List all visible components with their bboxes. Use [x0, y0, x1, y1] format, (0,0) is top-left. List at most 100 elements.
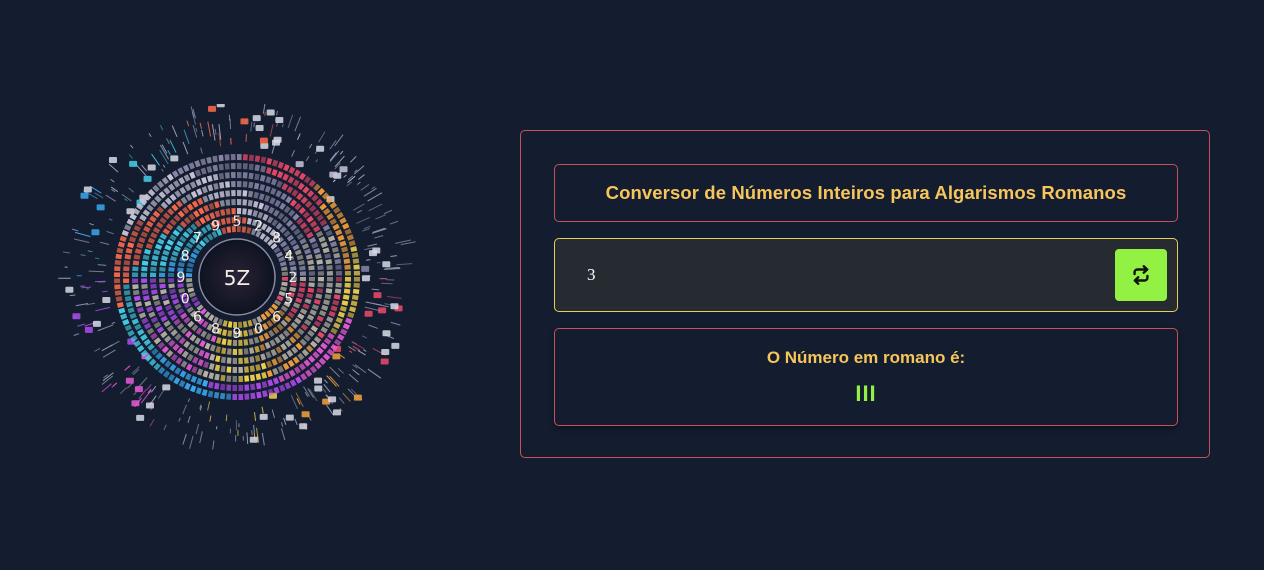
ring-segment	[286, 349, 294, 358]
ring-segment	[227, 321, 233, 328]
ring-segment	[295, 342, 303, 350]
ring-segment	[151, 289, 158, 295]
ring-segment	[164, 197, 173, 205]
ring-segment	[156, 326, 165, 334]
digit-tile	[255, 124, 264, 131]
ring-segment	[136, 242, 144, 249]
ring-segment	[220, 356, 226, 364]
tick-mark	[162, 164, 166, 168]
tick-mark	[62, 251, 70, 254]
tick-mark	[348, 373, 359, 383]
ring-segment	[303, 319, 312, 326]
ring-segment	[177, 210, 185, 218]
ring-segment	[140, 333, 148, 341]
ring-segment	[284, 382, 292, 390]
ring-segment	[271, 303, 279, 311]
ring-segment	[315, 230, 324, 238]
integer-input[interactable]	[571, 253, 1111, 297]
ring-segment	[335, 316, 343, 324]
ring-segment	[133, 254, 141, 260]
ring-segment	[293, 302, 301, 309]
tick-mark	[187, 416, 191, 423]
ring-segment	[266, 320, 274, 328]
tick-mark	[296, 133, 301, 141]
ring-segment	[258, 193, 265, 201]
ring-segment	[271, 168, 278, 177]
ring-segment	[351, 252, 359, 258]
digit-tile	[364, 310, 373, 317]
ring-segment	[269, 197, 276, 205]
ring-segment	[258, 202, 265, 210]
ring-segment	[132, 260, 140, 266]
ring-segment	[214, 373, 220, 381]
ring-segment	[298, 207, 306, 215]
ring-segment	[248, 163, 254, 171]
ring-segment	[333, 252, 341, 259]
digit-tile	[361, 275, 370, 282]
tick-mark	[187, 398, 191, 403]
ring-segment	[219, 181, 225, 189]
digit-tile	[381, 349, 390, 356]
ring-segment	[293, 366, 301, 374]
ring-segment	[115, 253, 123, 260]
ring-segment	[280, 305, 289, 313]
ring-segment	[312, 225, 321, 233]
ring-segment	[139, 214, 147, 222]
convert-button[interactable]	[1115, 249, 1167, 301]
ring-segment	[197, 359, 204, 367]
ring-segment	[267, 379, 274, 387]
ring-segment	[141, 289, 149, 295]
ring-segment	[299, 265, 306, 271]
ring-segment	[265, 351, 272, 359]
ring-segment	[347, 312, 355, 319]
digit-tile	[259, 137, 268, 144]
tick-mark	[337, 368, 344, 374]
ring-segment	[176, 240, 184, 248]
ring-segment	[136, 306, 144, 313]
ring-segment	[143, 193, 152, 201]
ring-segment	[264, 185, 271, 193]
ring-segment	[157, 341, 165, 350]
tick-mark	[73, 333, 80, 336]
ring-segment	[160, 315, 168, 323]
ring-segment	[300, 323, 309, 331]
tick-mark	[368, 203, 383, 212]
tick-mark	[283, 417, 287, 425]
ring-segment	[212, 164, 219, 172]
ring-segment	[153, 362, 161, 371]
ring-segment	[167, 208, 175, 216]
numbers-spiral-illustration: 5284256098609879 5Z	[48, 104, 426, 476]
ring-digit: 0	[254, 322, 263, 338]
spiral-art-svg: 5 284256098609879 5Z	[58, 104, 416, 450]
ring-segment	[188, 343, 195, 352]
ring-segment	[309, 220, 318, 228]
ring-segment	[274, 299, 282, 306]
ring-segment	[346, 234, 354, 241]
tick-mark	[108, 218, 113, 221]
ring-segment	[126, 218, 134, 226]
ring-segment	[158, 191, 166, 199]
ring-segment	[164, 304, 173, 311]
ring-segment	[169, 234, 177, 242]
ring-segment	[314, 361, 322, 370]
ring-segment	[249, 374, 256, 382]
tick-mark	[363, 349, 367, 352]
ring-segment	[250, 392, 256, 400]
tick-mark	[294, 418, 298, 426]
ring-segment	[259, 174, 266, 182]
ring-segment	[283, 163, 290, 172]
ring-segment	[246, 227, 252, 234]
ring-segment	[259, 232, 266, 240]
tick-mark	[295, 392, 304, 408]
ring-segment	[255, 373, 262, 381]
tick-mark	[291, 149, 295, 157]
ring-segment	[248, 338, 254, 345]
ring-segment	[289, 199, 298, 207]
tick-mark	[111, 321, 116, 325]
ring-segment	[298, 172, 306, 181]
tick-mark	[351, 341, 366, 350]
ring-segment	[294, 203, 302, 211]
ring-segment	[191, 200, 199, 208]
ring-segment	[189, 171, 196, 179]
ring-segment	[286, 186, 294, 194]
